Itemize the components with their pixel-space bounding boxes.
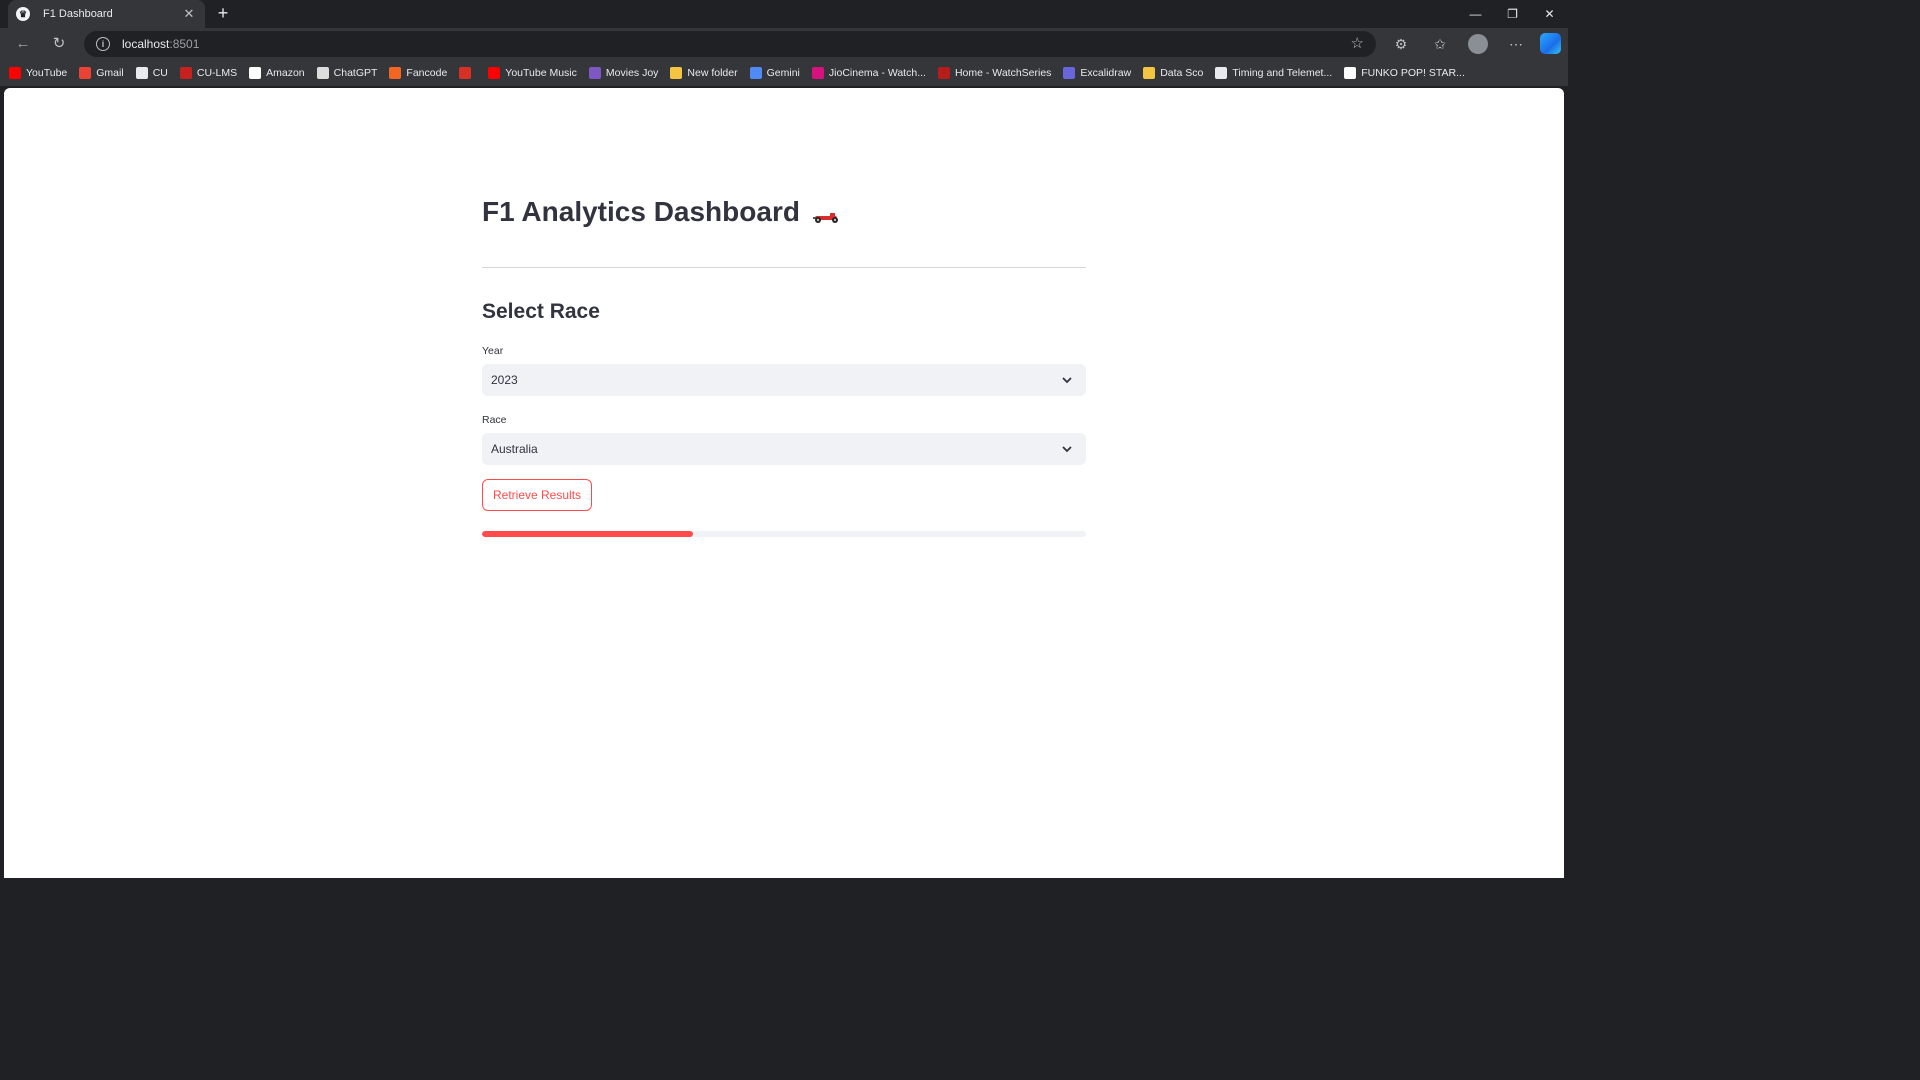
bookmark-favicon-icon — [316, 67, 329, 79]
page-viewport: F1 Analytics Dashboard Select Race Year … — [4, 88, 1564, 878]
bookmark-label: Timing and Telemet... — [1232, 67, 1333, 79]
bookmark-label: Home - WatchSeries — [954, 67, 1052, 79]
bookmarks-bar: YouTube Gmail CU CU-LMS Amazon ChatGPT Fancode… — [0, 60, 1568, 86]
bookmark-star-icon[interactable]: ☆ — [1351, 35, 1364, 53]
bookmark-label: Gemini — [766, 67, 800, 79]
bookmark-favicon-icon — [389, 67, 402, 79]
race-car-icon — [812, 199, 842, 231]
bookmark-label: Gmail — [96, 67, 124, 79]
bookmark-label: Excalidraw — [1080, 67, 1132, 79]
close-window-button[interactable]: ✕ — [1531, 0, 1568, 28]
bookmark-item[interactable]: ChatGPT — [316, 63, 384, 83]
bookmark-label: CU-LMS — [196, 67, 238, 79]
bookmark-item[interactable]: CU-LMS — [179, 63, 243, 83]
restore-button[interactable]: ❐ — [1494, 0, 1531, 28]
back-button[interactable]: ← — [12, 33, 34, 55]
browser-toolbar: ← ↻ i localhost:8501 ☆ ⚙ ✩ ⋯ — [0, 28, 1568, 60]
bookmark-label: Data Sco — [1160, 67, 1204, 79]
bookmark-label: YouTube — [26, 67, 68, 79]
bookmark-label: New folder — [687, 67, 738, 79]
bookmark-label: FUNKO POP! STAR... — [1361, 67, 1465, 79]
bookmark-favicon-icon — [9, 67, 21, 79]
bookmark-favicon-icon — [459, 67, 472, 79]
bookmark-favicon-icon — [588, 67, 601, 79]
close-tab-icon[interactable]: ✕ — [181, 6, 197, 22]
bookmark-item[interactable]: Gmail — [79, 63, 129, 83]
bookmark-favicon-icon — [670, 67, 683, 79]
bookmark-item[interactable]: FUNKO POP! STAR... — [1344, 63, 1471, 83]
bookmark-item[interactable]: Gemini — [749, 63, 806, 83]
bookmark-favicon-icon — [1215, 67, 1228, 79]
bookmark-item[interactable]: Data Sco — [1143, 63, 1209, 83]
bookmark-item[interactable]: Excalidraw — [1063, 63, 1137, 83]
year-select[interactable]: 2023 — [482, 364, 1086, 396]
bookmark-item[interactable] — [459, 63, 482, 83]
profile-avatar[interactable] — [1468, 34, 1488, 54]
race-select-value: Australia — [491, 442, 538, 456]
window-controls: — ❐ ✕ — [1457, 0, 1568, 28]
bookmark-favicon-icon — [135, 67, 148, 79]
progress-bar — [482, 531, 1086, 537]
reload-button[interactable]: ↻ — [48, 33, 70, 55]
race-label: Race — [482, 414, 507, 426]
chevron-down-icon — [1062, 446, 1072, 453]
bookmark-item[interactable]: Movies Joy — [588, 63, 665, 83]
bookmark-label: JioCinema - Watch... — [828, 67, 926, 79]
bookmark-item[interactable]: JioCinema - Watch... — [811, 63, 932, 83]
bookmark-favicon-icon — [749, 67, 762, 79]
minimize-button[interactable]: — — [1457, 0, 1494, 28]
bookmark-favicon-icon — [811, 67, 824, 79]
year-label: Year — [482, 345, 504, 357]
address-bar[interactable]: i localhost:8501 ☆ — [84, 31, 1376, 57]
section-title: Select Race — [482, 300, 600, 323]
bookmark-item[interactable]: Fancode — [389, 63, 453, 83]
url-text: localhost:8501 — [122, 37, 200, 51]
bookmark-favicon-icon — [249, 67, 262, 79]
page-title: F1 Analytics Dashboard — [482, 193, 842, 231]
bookmark-label: ChatGPT — [333, 67, 378, 79]
bookmark-favicon-icon — [937, 67, 950, 79]
bookmark-item[interactable]: New folder — [670, 63, 743, 83]
bookmark-favicon-icon — [79, 67, 92, 79]
bookmark-label: YouTube Music — [505, 67, 577, 79]
favorites-icon[interactable]: ✩ — [1430, 34, 1450, 54]
bookmark-item[interactable]: YouTube — [9, 63, 73, 83]
new-tab-button[interactable]: + — [213, 3, 233, 23]
bookmark-favicon-icon — [1344, 67, 1357, 79]
bookmark-favicon-icon — [1063, 67, 1076, 79]
tab-strip: ♛ F1 Dashboard ✕ + — ❐ ✕ — [0, 0, 1568, 28]
bookmark-item[interactable]: Amazon — [249, 63, 311, 83]
year-select-value: 2023 — [491, 373, 518, 387]
bookmark-label: CU — [152, 67, 168, 79]
browser-tab[interactable]: ♛ F1 Dashboard ✕ — [8, 0, 205, 28]
retrieve-results-button[interactable]: Retrieve Results — [482, 479, 593, 511]
bookmark-item[interactable]: Home - WatchSeries — [937, 63, 1057, 83]
bookmark-label: Fancode — [406, 67, 448, 79]
extensions-icon[interactable]: ⚙ — [1391, 34, 1411, 54]
bookmark-favicon-icon — [179, 67, 192, 79]
bookmark-label: Movies Joy — [605, 67, 659, 79]
site-info-icon[interactable]: i — [96, 37, 110, 51]
chevron-down-icon — [1062, 377, 1072, 384]
divider — [482, 267, 1086, 268]
copilot-icon[interactable] — [1540, 33, 1561, 54]
tab-title: F1 Dashboard — [43, 8, 113, 20]
more-menu-icon[interactable]: ⋯ — [1506, 34, 1526, 54]
bookmark-item[interactable]: Timing and Telemet... — [1215, 63, 1338, 83]
bookmark-item[interactable]: CU — [135, 63, 174, 83]
bookmark-favicon-icon — [488, 67, 501, 79]
progress-fill — [482, 531, 694, 537]
bookmark-favicon-icon — [1143, 67, 1156, 79]
streamlit-favicon-icon: ♛ — [16, 7, 30, 21]
race-select[interactable]: Australia — [482, 433, 1086, 465]
bookmark-item[interactable]: YouTube Music — [488, 63, 583, 83]
bookmark-label: Amazon — [266, 67, 305, 79]
